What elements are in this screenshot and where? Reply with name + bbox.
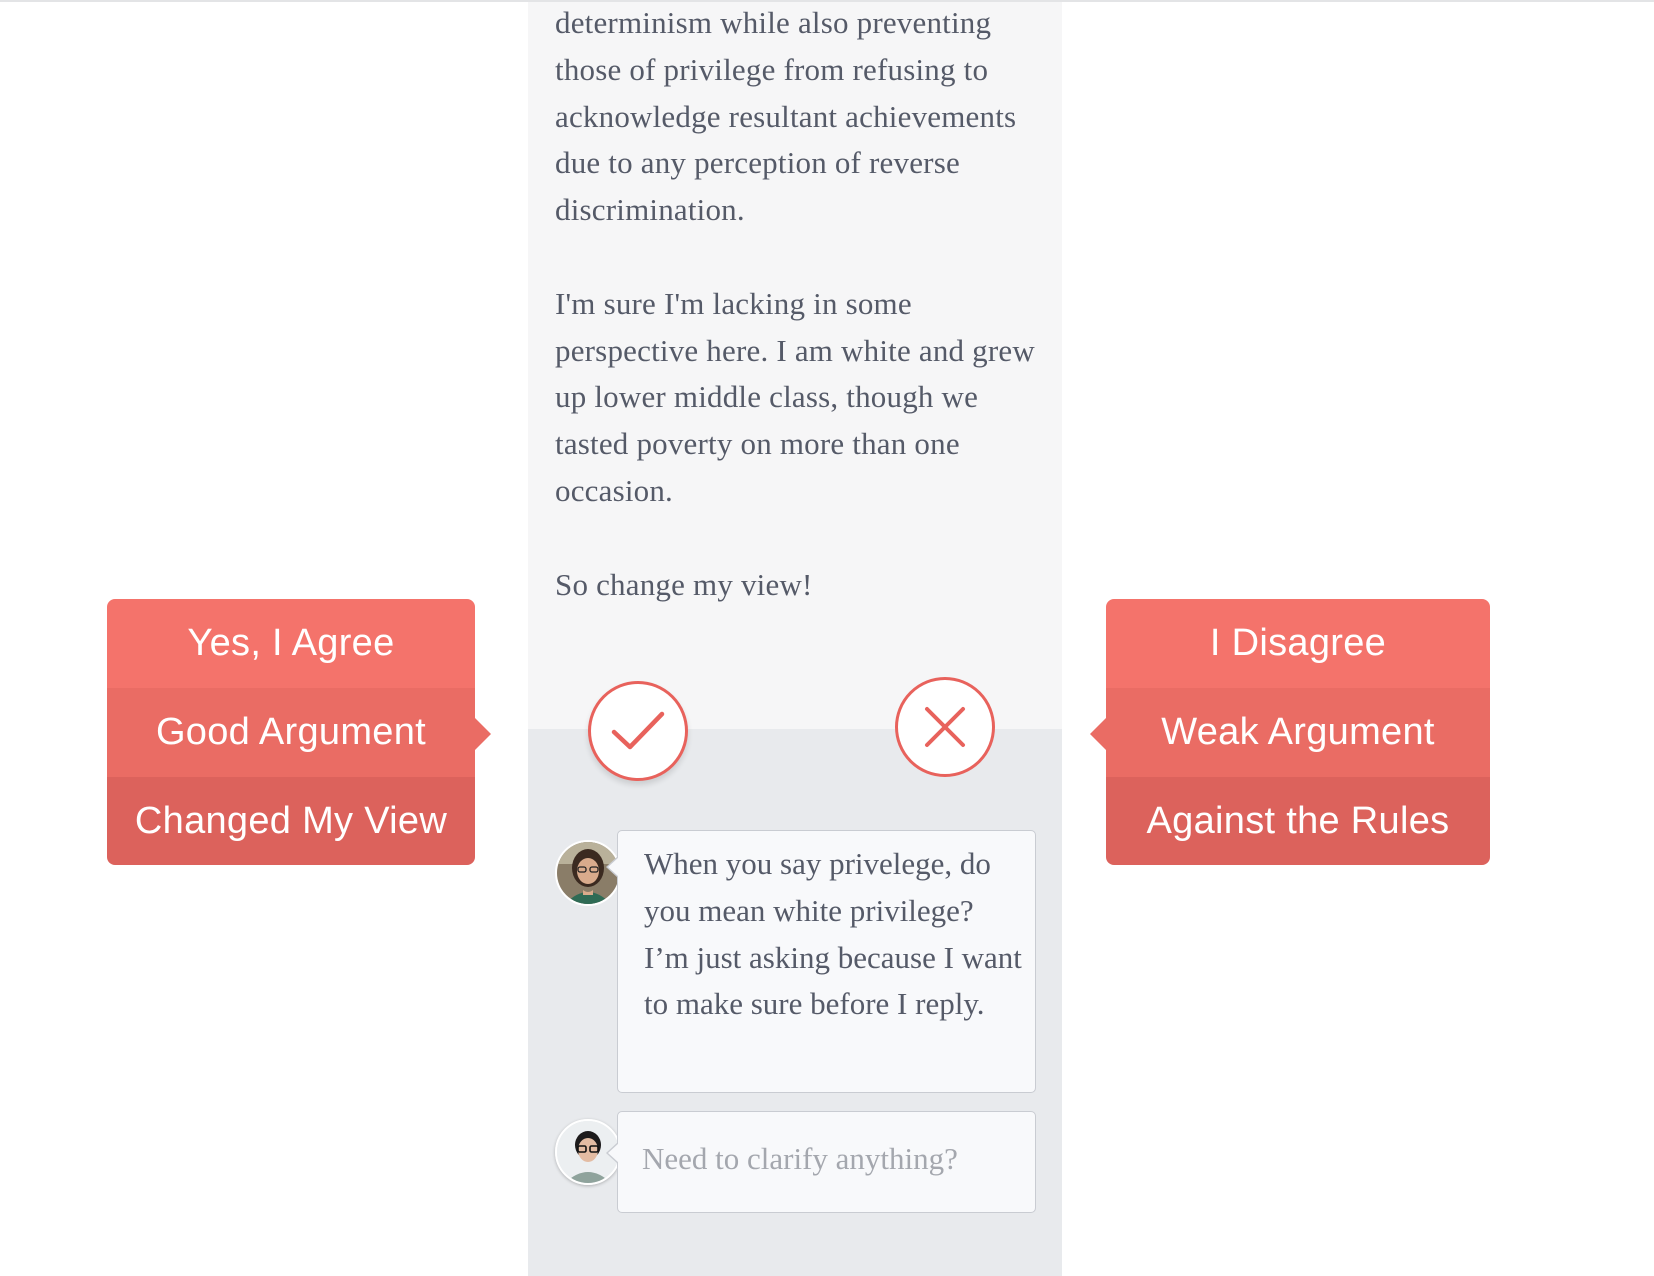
checkmark-icon (611, 711, 665, 750)
x-icon (925, 707, 965, 747)
comment-bubble: When you say privelege, do you mean whit… (606, 830, 1036, 1093)
menu-item-against-the-rules[interactable]: Against the Rules (1106, 777, 1490, 865)
menu-item-yes-i-agree[interactable]: Yes, I Agree (107, 599, 475, 688)
post-paragraph: determinism while also preventing those … (555, 5, 1017, 228)
agree-vote-button[interactable] (588, 681, 688, 781)
bubble-tail (606, 856, 619, 878)
menu-pointer-arrow (475, 718, 491, 750)
reply-box (606, 1111, 1036, 1213)
post-closing-line: So change my view! (555, 566, 813, 602)
disagree-reaction-menu: I Disagree Weak Argument Against the Rul… (1090, 599, 1490, 865)
reply-input[interactable] (642, 1134, 1012, 1184)
menu-item-weak-argument[interactable]: Weak Argument (1106, 688, 1490, 777)
menu-pointer-arrow (1090, 718, 1106, 750)
menu-item-i-disagree[interactable]: I Disagree (1106, 599, 1490, 688)
agree-reaction-menu: Yes, I Agree Good Argument Changed My Vi… (107, 599, 491, 865)
bubble-tail (606, 1142, 619, 1164)
post-paragraph: I'm sure I'm lacking in some perspective… (555, 285, 1035, 508)
post-body: determinism while also preventing those … (555, 0, 1035, 655)
menu-item-changed-my-view[interactable]: Changed My View (107, 777, 475, 865)
comment-text: When you say privelege, do you mean whit… (644, 846, 1022, 1022)
menu-item-good-argument[interactable]: Good Argument (107, 688, 475, 777)
disagree-vote-button[interactable] (895, 677, 995, 777)
